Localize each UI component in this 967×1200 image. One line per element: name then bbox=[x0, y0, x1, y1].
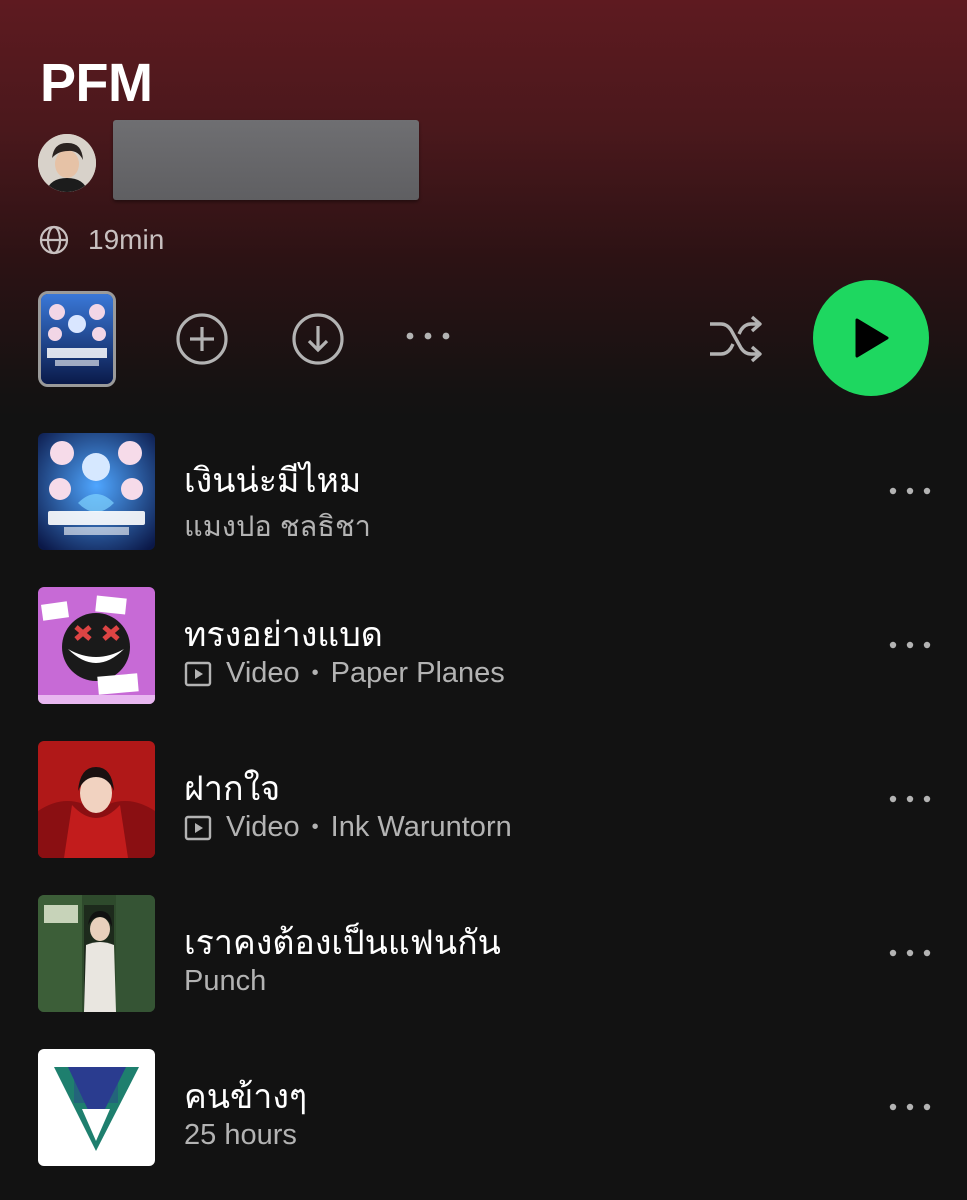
add-to-library-button[interactable] bbox=[175, 312, 229, 366]
download-button[interactable] bbox=[291, 312, 345, 366]
more-icon bbox=[889, 1103, 931, 1111]
track-artist: Ink Waruntorn bbox=[330, 811, 512, 843]
video-icon bbox=[184, 815, 212, 840]
track-artist: แมงปอ ชลธิชา bbox=[184, 511, 371, 543]
track-title: ทรงอย่างแบด bbox=[184, 616, 383, 654]
track-title: คนข้างๆ bbox=[184, 1078, 308, 1116]
track-title: เงินน่ะมีไหม bbox=[184, 462, 362, 500]
track-artist: Paper Planes bbox=[330, 657, 505, 689]
track-kind: Video bbox=[226, 811, 300, 843]
track-artwork bbox=[38, 433, 155, 550]
track-row[interactable]: ทรงอย่างแบด Video • Paper Planes bbox=[0, 587, 967, 705]
track-more-button[interactable] bbox=[887, 945, 933, 961]
more-icon bbox=[889, 949, 931, 957]
track-artwork bbox=[38, 895, 155, 1012]
playlist-cover-thumbnail[interactable] bbox=[38, 291, 116, 387]
track-subtitle: แมงปอ ชลธิชา bbox=[184, 503, 371, 549]
more-icon bbox=[889, 641, 931, 649]
play-icon bbox=[855, 318, 889, 358]
track-more-button[interactable] bbox=[887, 483, 933, 499]
track-artist: Punch bbox=[184, 965, 267, 997]
track-subtitle: 25 hours bbox=[184, 1119, 297, 1152]
track-title: เราคงต้องเป็นแฟนกัน bbox=[184, 924, 501, 962]
track-more-button[interactable] bbox=[887, 637, 933, 653]
track-row[interactable]: เงินน่ะมีไหม แมงปอ ชลธิชา bbox=[0, 433, 967, 551]
more-icon bbox=[889, 795, 931, 803]
track-kind: Video bbox=[226, 657, 300, 689]
track-subtitle: Video • Ink Waruntorn bbox=[184, 811, 512, 844]
track-row[interactable]: เราคงต้องเป็นแฟนกัน Punch bbox=[0, 895, 967, 1013]
track-artwork bbox=[38, 741, 155, 858]
track-artwork bbox=[38, 1049, 155, 1166]
track-subtitle: Video • Paper Planes bbox=[184, 657, 505, 690]
track-row[interactable]: คนข้างๆ 25 hours bbox=[0, 1049, 967, 1167]
track-title: ฝากใจ bbox=[184, 770, 281, 808]
separator-dot: • bbox=[311, 816, 319, 838]
track-row[interactable]: ฝากใจ Video • Ink Waruntorn bbox=[0, 741, 967, 859]
globe-icon bbox=[39, 225, 69, 255]
track-artwork bbox=[38, 587, 155, 704]
playlist-title: PFM bbox=[40, 53, 153, 113]
track-more-button[interactable] bbox=[887, 791, 933, 807]
video-icon bbox=[184, 661, 212, 686]
download-icon bbox=[292, 313, 344, 365]
track-artist: 25 hours bbox=[184, 1119, 297, 1151]
owner-name-redacted bbox=[113, 120, 419, 200]
add-circle-icon bbox=[176, 313, 228, 365]
track-subtitle: Punch bbox=[184, 965, 266, 998]
shuffle-button[interactable] bbox=[707, 312, 767, 366]
shuffle-icon bbox=[710, 315, 762, 363]
separator-dot: • bbox=[311, 662, 319, 684]
more-options-button[interactable] bbox=[402, 326, 454, 346]
play-button[interactable] bbox=[813, 280, 929, 396]
playlist-duration: 19min bbox=[88, 224, 165, 255]
more-icon bbox=[889, 487, 931, 495]
track-more-button[interactable] bbox=[887, 1099, 933, 1115]
more-icon bbox=[406, 332, 450, 340]
owner-avatar[interactable] bbox=[38, 134, 96, 192]
